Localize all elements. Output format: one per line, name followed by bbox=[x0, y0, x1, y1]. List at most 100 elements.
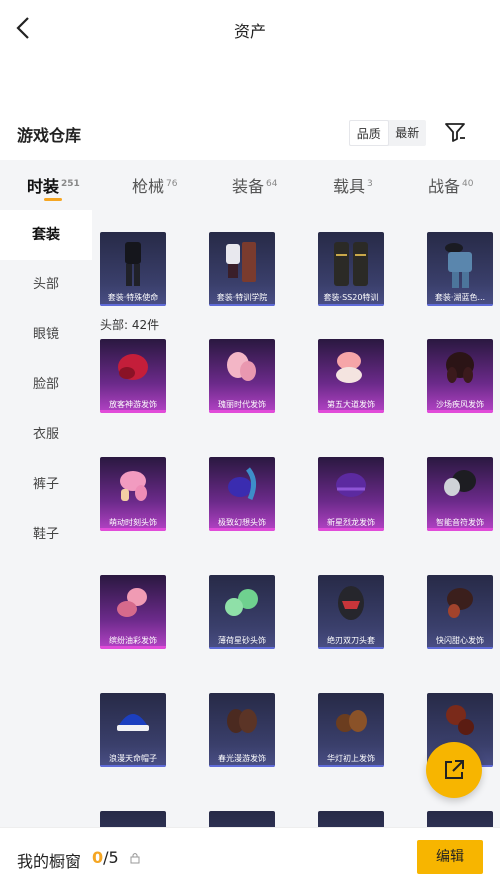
quality-bar bbox=[318, 410, 384, 413]
head-item-card[interactable]: 智能音符发饰 bbox=[427, 457, 493, 531]
item-name: 套装·特殊使命 bbox=[107, 293, 159, 302]
quality-bar bbox=[318, 647, 384, 649]
quality-bar bbox=[427, 647, 493, 649]
head-section-label: 头部: 42件 bbox=[100, 318, 160, 332]
hair-icon bbox=[446, 352, 474, 383]
tab-vehicles[interactable]: 载具 3 bbox=[333, 173, 373, 197]
head-item-card[interactable]: 极致幻想头饰 bbox=[209, 457, 275, 531]
suit-card[interactable]: 套装·SS20特训 bbox=[318, 232, 384, 306]
tab-fashion[interactable]: 时装 251 bbox=[27, 173, 80, 197]
quality-bar bbox=[427, 528, 493, 531]
head-item-card[interactable]: 绝刃双刀头套 bbox=[318, 575, 384, 649]
head-item-card[interactable]: 第五大道发饰 bbox=[318, 339, 384, 413]
outfit-icon bbox=[334, 242, 368, 286]
edit-button[interactable]: 编辑 bbox=[417, 840, 483, 874]
sidebar-item-face[interactable]: 脸部 bbox=[0, 360, 92, 410]
sidebar-item-head[interactable]: 头部 bbox=[0, 260, 92, 310]
item-name: 套装·特训学院 bbox=[216, 293, 268, 302]
quality-bar bbox=[318, 304, 384, 306]
hair-icon bbox=[225, 589, 258, 616]
item-name: 绝刃双刀头套 bbox=[327, 636, 375, 645]
head-item-card[interactable]: 春光漫游发饰 bbox=[209, 693, 275, 767]
suit-card[interactable]: 套装·特训学院 bbox=[209, 232, 275, 306]
quality-bar bbox=[100, 528, 166, 531]
hair-icon bbox=[227, 352, 256, 381]
outfit-icon bbox=[445, 243, 472, 288]
quality-bar bbox=[318, 528, 384, 531]
hair-icon bbox=[447, 588, 473, 618]
section-title: 游戏仓库 bbox=[17, 126, 82, 145]
quality-bar bbox=[100, 304, 166, 306]
head-item-card[interactable]: 新星烈龙发饰 bbox=[318, 457, 384, 531]
item-name: 瑰丽时代发饰 bbox=[218, 400, 266, 409]
item-name: 套装·SS20特训 bbox=[323, 293, 379, 302]
quality-bar bbox=[100, 646, 166, 649]
page-title: 资产 bbox=[233, 22, 266, 41]
item-name: 智能音符发饰 bbox=[436, 518, 484, 527]
lock-icon bbox=[130, 853, 140, 864]
outfit-icon bbox=[125, 242, 141, 286]
hair-icon bbox=[117, 588, 147, 617]
hair-icon bbox=[120, 471, 147, 501]
item-name: 沙场疾风发饰 bbox=[436, 400, 484, 409]
share-button[interactable] bbox=[426, 742, 482, 798]
item-name: 放客神游发饰 bbox=[109, 400, 157, 409]
hair-icon bbox=[336, 710, 367, 732]
active-tab-indicator bbox=[44, 198, 62, 201]
head-item-card[interactable]: 缤纷油彩发饰 bbox=[100, 575, 166, 649]
quality-bar bbox=[100, 765, 166, 767]
category-tabs: 时装 251 枪械 76 装备 64 载具 3 战备 40 bbox=[0, 160, 500, 210]
tab-equipment[interactable]: 装备 64 bbox=[232, 173, 277, 197]
suit-card[interactable]: 套装·特殊使命 bbox=[100, 232, 166, 306]
sidebar-item-shoes[interactable]: 鞋子 bbox=[0, 510, 92, 560]
hair-icon bbox=[444, 470, 476, 496]
quality-bar bbox=[318, 765, 384, 767]
hair-icon bbox=[336, 352, 362, 383]
hair-icon bbox=[118, 354, 148, 380]
sidebar: 套装 头部 眼镜 脸部 衣服 裤子 鞋子 bbox=[0, 210, 92, 830]
showcase-bar: 我的橱窗 0/5 编辑 bbox=[0, 827, 500, 885]
sidebar-item-suits[interactable]: 套装 bbox=[0, 210, 92, 260]
quality-bar bbox=[209, 765, 275, 767]
head-item-card[interactable]: 华灯初上发饰 bbox=[318, 693, 384, 767]
showcase-title: 我的橱窗 bbox=[17, 852, 82, 871]
item-name: 套装·湖蓝色... bbox=[434, 293, 486, 302]
tab-guns[interactable]: 枪械 76 bbox=[132, 173, 177, 197]
tab-combat-gear[interactable]: 战备 40 bbox=[428, 173, 473, 197]
share-icon bbox=[445, 760, 464, 779]
item-name: 华灯初上发饰 bbox=[327, 754, 375, 763]
quality-bar bbox=[209, 410, 275, 413]
sidebar-item-pants[interactable]: 裤子 bbox=[0, 460, 92, 510]
top-bar: 资产 bbox=[0, 0, 500, 58]
item-name: 春光漫游发饰 bbox=[218, 754, 266, 763]
item-name: 第五大道发饰 bbox=[327, 400, 375, 409]
helmet-icon bbox=[338, 586, 364, 620]
item-name: 快闪甜心发饰 bbox=[436, 636, 484, 645]
item-name: 薄荷星砂头饰 bbox=[218, 636, 266, 645]
hat-icon bbox=[117, 714, 149, 731]
quality-bar bbox=[427, 304, 493, 306]
head-item-card[interactable]: 浪漫天命帽子 bbox=[100, 693, 166, 767]
hair-icon bbox=[228, 467, 256, 501]
head-item-card[interactable]: 快闪甜心发饰 bbox=[427, 575, 493, 649]
sidebar-item-glasses[interactable]: 眼镜 bbox=[0, 310, 92, 360]
quality-bar bbox=[209, 647, 275, 649]
head-item-card[interactable]: 萌动时刻头饰 bbox=[100, 457, 166, 531]
item-name: 极致幻想头饰 bbox=[218, 518, 266, 527]
showcase-count: 0/5 bbox=[92, 848, 119, 867]
hair-icon bbox=[227, 709, 257, 733]
sidebar-item-clothes[interactable]: 衣服 bbox=[0, 410, 92, 460]
head-item-card[interactable]: 瑰丽时代发饰 bbox=[209, 339, 275, 413]
outfit-icon bbox=[226, 242, 256, 282]
filter-icon[interactable] bbox=[443, 120, 467, 144]
head-item-card[interactable]: 放客神游发饰 bbox=[100, 339, 166, 413]
suit-card[interactable]: 套装·湖蓝色... bbox=[427, 232, 493, 306]
item-name: 缤纷油彩发饰 bbox=[109, 636, 157, 645]
head-item-card[interactable]: 沙场疾风发饰 bbox=[427, 339, 493, 413]
sort-quality-button[interactable]: 品质 bbox=[349, 120, 389, 146]
quality-bar bbox=[209, 304, 275, 306]
hair-icon bbox=[336, 473, 366, 497]
sort-latest-button[interactable]: 最新 bbox=[389, 120, 427, 146]
head-item-card[interactable]: 薄荷星砂头饰 bbox=[209, 575, 275, 649]
item-grid: 套装·特殊使命 套装·特训学院 套装·SS20特训 套装·湖蓝色... 头部: … bbox=[92, 210, 500, 830]
